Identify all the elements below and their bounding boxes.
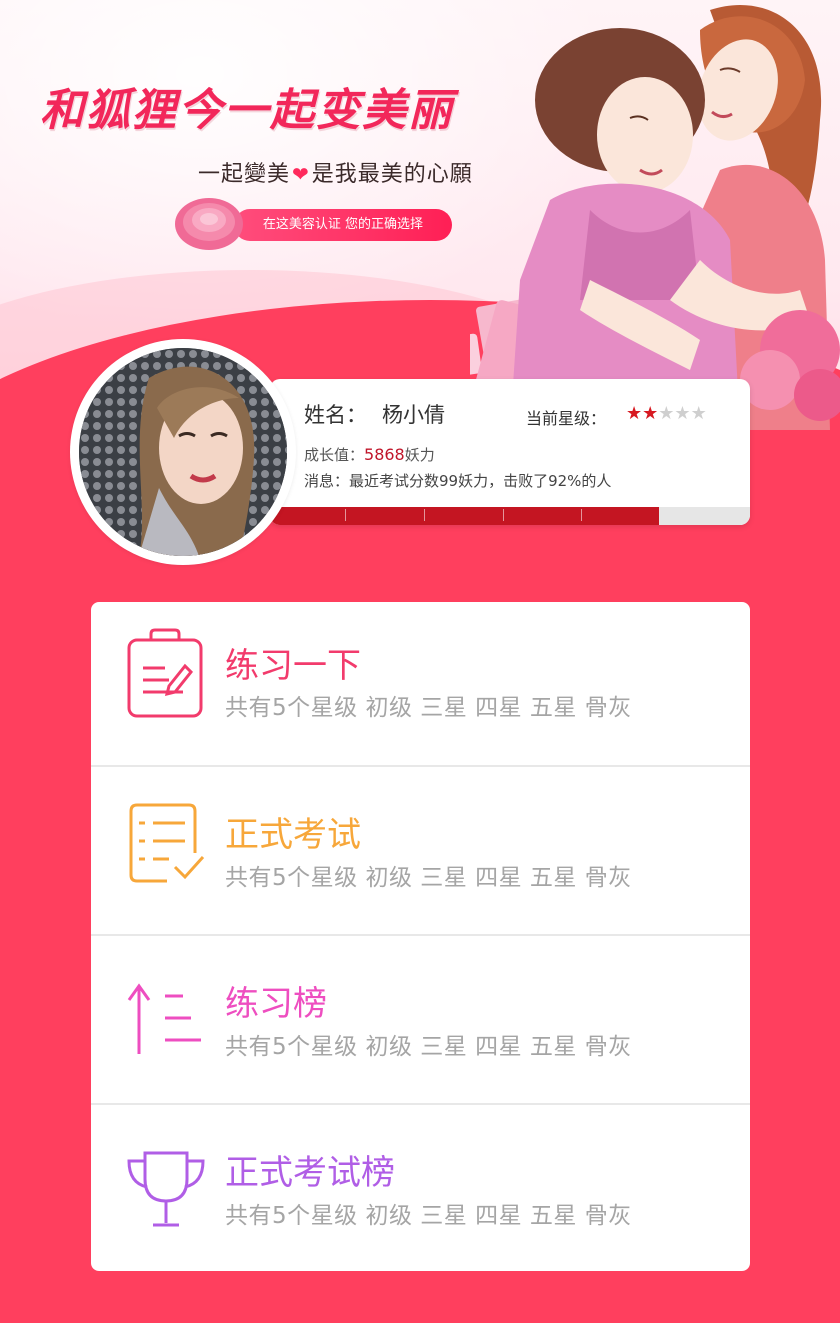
progress-divider <box>503 509 504 521</box>
menu-item-practice[interactable]: 练习一下 共有5个星级 初级 三星 四星 五星 骨灰 <box>91 602 750 771</box>
menu-subtitle-exam: 共有5个星级 初级 三星 四星 五星 骨灰 <box>225 865 632 891</box>
growth-unit: 妖力 <box>404 446 435 464</box>
name-label: 姓名： <box>304 403 367 427</box>
progress-divider <box>581 509 582 521</box>
growth-progress-bar <box>270 507 750 525</box>
menu-title-practice-rank: 练习榜 <box>225 984 327 1024</box>
ranking-arrow-icon <box>127 983 201 1054</box>
carnation-flower-icon <box>175 198 243 250</box>
menu-subtitle-exam-rank: 共有5个星级 初级 三星 四星 五星 骨灰 <box>225 1203 632 1229</box>
mother-daughter-illustration <box>470 4 840 430</box>
star-empty-icon: ★ <box>674 403 691 424</box>
menu-title-exam-rank: 正式考试榜 <box>225 1153 395 1193</box>
profile-card: 姓名： 杨小倩 当前星级： ★★★★★ 成长值：5868妖力 消息：最近考试分数… <box>270 379 750 525</box>
banner-pill: 在这美容认证 您的正确选择 <box>234 209 452 241</box>
trophy-icon <box>127 1151 205 1227</box>
menu-subtitle-practice: 共有5个星级 初级 三星 四星 五星 骨灰 <box>225 695 632 721</box>
avatar[interactable] <box>70 339 296 565</box>
subline-right: 是我最美的心願 <box>311 162 473 187</box>
star-empty-icon: ★ <box>658 403 675 424</box>
avatar-image <box>79 348 287 556</box>
growth-value-line: 成长值：5868妖力 <box>304 444 435 465</box>
growth-label: 成长值： <box>304 446 365 464</box>
profile-message: 消息：最近考试分数99妖力，击败了92%的人 <box>304 472 612 490</box>
star-empty-icon: ★ <box>690 403 707 424</box>
menu-item-exam[interactable]: 正式考试 共有5个星级 初级 三星 四星 五星 骨灰 <box>91 765 750 934</box>
star-rating: ★★★★★ <box>626 403 707 424</box>
star-filled-icon: ★ <box>642 403 659 424</box>
menu-item-practice-rank[interactable]: 练习榜 共有5个星级 初级 三星 四星 五星 骨灰 <box>91 934 750 1103</box>
menu-subtitle-practice-rank: 共有5个星级 初级 三星 四星 五星 骨灰 <box>225 1034 632 1060</box>
menu-title-practice: 练习一下 <box>225 646 361 686</box>
avatar-portrait <box>79 348 287 556</box>
banner-subline: 一起變美 ❤是我最美的心願 <box>198 156 473 188</box>
progress-divider <box>345 509 346 521</box>
progress-divider <box>424 509 425 521</box>
growth-progress-fill <box>270 507 659 525</box>
user-name: 杨小倩 <box>382 403 445 427</box>
menu-item-exam-rank[interactable]: 正式考试榜 共有5个星级 初级 三星 四星 五星 骨灰 <box>91 1103 750 1272</box>
heart-icon: ❤ <box>292 162 310 186</box>
star-filled-icon: ★ <box>626 403 643 424</box>
star-level-label: 当前星级： <box>526 409 607 428</box>
checklist-icon <box>129 803 205 883</box>
banner-headline: 和狐狸今一起变美丽 <box>40 85 454 136</box>
subline-left: 一起變美 <box>198 162 291 187</box>
clipboard-pen-icon <box>127 628 203 718</box>
growth-value: 5868 <box>364 445 405 464</box>
menu-title-exam: 正式考试 <box>225 815 361 855</box>
menu-card: 练习一下 共有5个星级 初级 三星 四星 五星 骨灰 正式考试 共有5个星级 初… <box>91 602 750 1271</box>
